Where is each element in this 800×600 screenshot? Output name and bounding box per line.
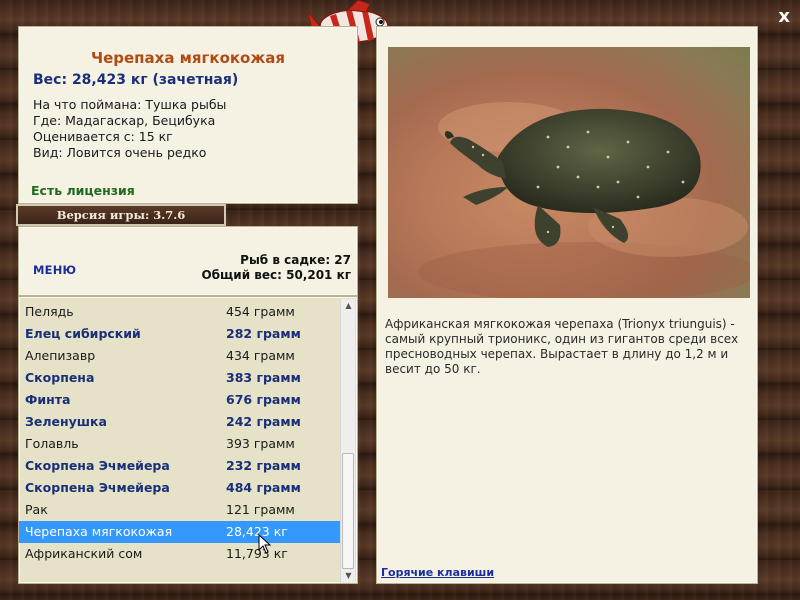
cage-stats: Рыб в садке: 27 Общий вес: 50,201 кг <box>201 253 351 283</box>
bait-text: На что поймана: Тушка рыбы <box>33 97 227 112</box>
game-version: Версия игры: 3.7.6 <box>16 204 226 226</box>
fish-weight-value: 393 грамм <box>226 436 295 451</box>
soft-shell-turtle-photo <box>388 47 750 298</box>
list-item[interactable]: Рак 121 грамм <box>19 499 341 521</box>
list-item[interactable]: Елец сибирский 282 грамм <box>19 323 341 345</box>
fish-weight-value: 242 грамм <box>226 414 301 429</box>
menu-button[interactable]: МЕНЮ <box>33 263 76 277</box>
valued-from-text: Оценивается с: 15 кг <box>33 129 173 144</box>
fish-weight: Вес: 28,423 кг (зачетная) <box>33 72 239 88</box>
scroll-up-icon[interactable]: ▲ <box>341 299 356 313</box>
fish-name: Алепизавр <box>25 348 96 363</box>
fish-info-panel: Черепаха мягкокожая Вес: 28,423 кг (заче… <box>18 26 358 204</box>
list-item[interactable]: Голавль 393 грамм <box>19 433 341 455</box>
list-item[interactable]: Зеленушка 242 грамм <box>19 411 341 433</box>
fish-name: Зеленушка <box>25 414 107 429</box>
kind-text: Вид: Ловится очень редко <box>33 145 207 160</box>
close-icon[interactable]: x <box>778 6 790 27</box>
total-weight: Общий вес: 50,201 кг <box>201 268 351 282</box>
catch-list: Пелядь 454 грамм Елец сибирский 282 грамм Ал… <box>19 301 341 565</box>
fish-weight-value: 676 грамм <box>226 392 301 407</box>
list-item[interactable]: Алепизавр 434 грамм <box>19 345 341 367</box>
scrollbar-thumb[interactable] <box>342 453 354 569</box>
fish-weight-value: 11,793 кг <box>226 546 288 561</box>
scrollbar[interactable]: ▲ ▼ <box>340 299 355 583</box>
fish-name: Финта <box>25 392 71 407</box>
fish-weight-value: 454 грамм <box>226 304 295 319</box>
fish-weight-value: 383 грамм <box>226 370 301 385</box>
fish-weight-value: 484 грамм <box>226 480 301 495</box>
fish-weight-value: 232 грамм <box>226 458 301 473</box>
list-item[interactable]: Скорпена 383 грамм <box>19 367 341 389</box>
fish-name: Африканский сом <box>25 546 143 561</box>
license-status: Есть лицензия <box>31 183 135 198</box>
list-item[interactable]: Пелядь 454 грамм <box>19 301 341 323</box>
fish-name: Черепаха мягкокожая <box>25 524 173 539</box>
fish-weight-value: 434 грамм <box>226 348 295 363</box>
list-item[interactable]: Скорпена Эчмейера 232 грамм <box>19 455 341 477</box>
list-item[interactable]: Финта 676 грамм <box>19 389 341 411</box>
fish-weight-value: 28,423 кг <box>226 524 288 539</box>
hotkeys-link[interactable]: Горячие клавиши <box>381 566 494 579</box>
fish-in-cage: Рыб в садке: 27 <box>240 253 351 267</box>
fish-weight-value: 121 грамм <box>226 502 295 517</box>
fish-name: Скорпена <box>25 370 95 385</box>
fish-name: Рак <box>25 502 48 517</box>
fish-name: Елец сибирский <box>25 326 141 341</box>
fish-weight-value: 282 грамм <box>226 326 301 341</box>
list-item[interactable]: Африканский сом 11,793 кг <box>19 543 341 565</box>
menu-panel: МЕНЮ Рыб в садке: 27 Общий вес: 50,201 к… <box>18 226 358 296</box>
location-text: Где: Мадагаскар, Бецибука <box>33 113 216 128</box>
fish-name: Скорпена Эчмейера <box>25 480 170 495</box>
fish-name: Скорпена Эчмейера <box>25 458 170 473</box>
fish-description: Африканская мягкокожая черепаха (Trionyx… <box>385 317 739 376</box>
description-panel: Африканская мягкокожая черепаха (Trionyx… <box>376 26 758 584</box>
list-item[interactable]: Скорпена Эчмейера 484 грамм <box>19 477 341 499</box>
scroll-down-icon[interactable]: ▼ <box>341 569 356 583</box>
catch-list-panel: Пелядь 454 грамм Елец сибирский 282 грамм Ал… <box>18 296 358 584</box>
mouse-cursor-icon <box>258 534 272 554</box>
fish-name: Голавль <box>25 436 79 451</box>
fish-name: Пелядь <box>25 304 74 319</box>
fish-title: Черепаха мягкокожая <box>90 49 286 67</box>
list-item-selected[interactable]: Черепаха мягкокожая 28,423 кг <box>19 521 341 543</box>
